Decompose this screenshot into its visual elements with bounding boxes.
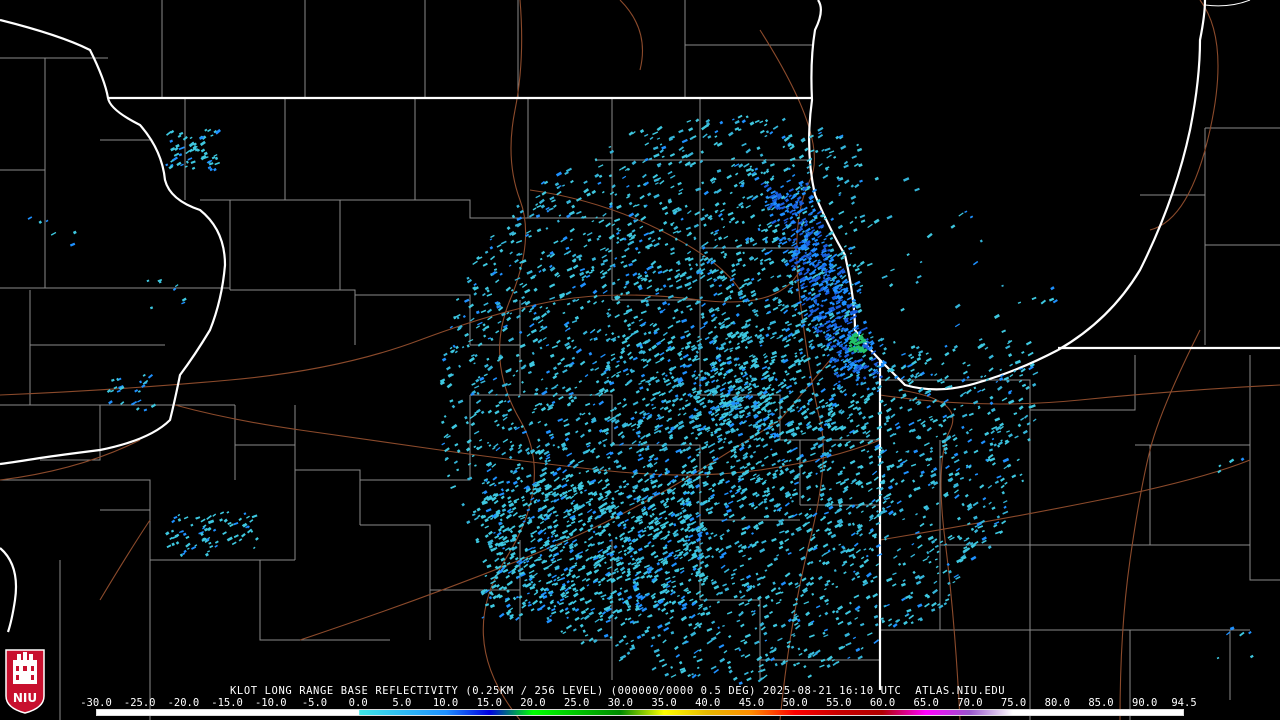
radar-map bbox=[0, 0, 1280, 720]
